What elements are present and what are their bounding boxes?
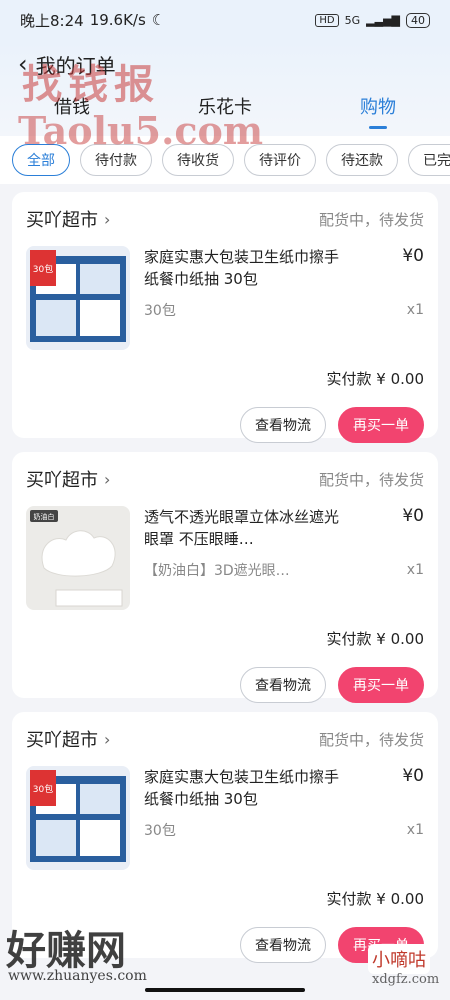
tab-lehua-card[interactable]: 乐花卡 [198,93,252,123]
product-badge: 奶油白 [34,512,55,521]
order-item[interactable]: 奶油白 透气不透光眼罩立体冰丝遮光眼罩 不压眼睡… 【奶油白】3D遮光眼… ¥0… [26,506,424,610]
battery-icon: 40 [406,12,430,28]
filter-chips: 全部 待付款 待收货 待评价 待还款 已完 [0,136,450,184]
order-status: 配货中，待发货 [318,210,424,229]
product-spec: 30包 [144,303,176,319]
order-item[interactable]: 30包 家庭实惠大包装卫生纸巾擦手纸餐巾纸抽 30包 30包 ¥0 x1 [26,246,424,350]
filter-completed[interactable]: 已完 [408,144,450,176]
product-price: ¥0 [402,246,424,266]
moon-icon: ☾ [151,11,166,29]
product-spec: 30包 [144,823,176,839]
home-indicator [145,988,305,992]
chevron-right-icon: › [104,209,111,229]
signal-icon: ▂▃▅▇ [366,13,400,27]
product-title: 家庭实惠大包装卫生纸巾擦手纸餐巾纸抽 30包 [144,248,340,288]
hd-badge: HD [315,13,339,27]
tab-borrow[interactable]: 借钱 [54,93,90,123]
tab-shopping[interactable]: 购物 [360,93,396,123]
status-speed: 19.6K/s [89,11,146,29]
product-qty: x1 [406,562,424,578]
product-title: 家庭实惠大包装卫生纸巾擦手纸餐巾纸抽 30包 [144,768,340,808]
paid-amount: 实付款 ¥ 0.00 [326,630,424,648]
filter-pending-payment[interactable]: 待付款 [80,144,152,176]
rebuy-button[interactable]: 再买一单 [338,667,424,703]
order-status: 配货中，待发货 [318,470,424,489]
store-link[interactable]: 买吖超市 › [26,466,110,492]
back-arrow-icon[interactable]: ‹ [18,50,28,78]
rebuy-button[interactable]: 再买一单 [338,927,424,963]
product-badge: 30包 [33,783,53,795]
store-link[interactable]: 买吖超市 › [26,726,110,752]
order-status: 配货中，待发货 [318,730,424,749]
filter-pending-review[interactable]: 待评价 [244,144,316,176]
status-bar: 晚上8:24 19.6K/s ☾ HD 5G ▂▃▅▇ 40 [0,0,450,40]
order-item[interactable]: 30包 家庭实惠大包装卫生纸巾擦手纸餐巾纸抽 30包 30包 ¥0 x1 [26,766,424,870]
order-list: 买吖超市 › 配货中，待发货 30包 家庭实惠大包装卫生纸巾擦手纸餐巾纸抽 30… [0,184,450,980]
store-name: 买吖超市 [26,470,98,491]
header: ‹ 我的订单 借钱 乐花卡 购物 [0,40,450,136]
top-tabs: 借钱 乐花卡 购物 [0,88,450,128]
product-image-tissue[interactable]: 30包 [26,246,130,350]
store-name: 买吖超市 [26,730,98,751]
order-card: 买吖超市 › 配货中，待发货 30包 家庭实惠大包装卫生纸巾擦手纸餐巾纸抽 30… [12,712,438,963]
filter-pending-receipt[interactable]: 待收货 [162,144,234,176]
paid-amount: 实付款 ¥ 0.00 [326,370,424,388]
product-image-eye-mask[interactable]: 奶油白 [26,506,130,610]
product-spec: 【奶油白】3D遮光眼… [144,563,290,579]
product-badge: 30包 [33,263,53,275]
product-image-tissue[interactable]: 30包 [26,766,130,870]
chevron-right-icon: › [104,469,111,489]
filter-all[interactable]: 全部 [12,144,70,176]
store-name: 买吖超市 [26,210,98,231]
product-qty: x1 [406,822,424,838]
view-logistics-button[interactable]: 查看物流 [240,667,326,703]
status-time: 晚上8:24 [20,11,84,30]
order-card: 买吖超市 › 配货中，待发货 30包 家庭实惠大包装卫生纸巾擦手纸餐巾纸抽 30… [12,192,438,443]
view-logistics-button[interactable]: 查看物流 [240,927,326,963]
product-title: 透气不透光眼罩立体冰丝遮光眼罩 不压眼睡… [144,508,340,548]
order-card: 买吖超市 › 配货中，待发货 奶油白 透气不透光眼罩立体冰丝遮光眼罩 不压眼睡…… [12,452,438,703]
view-logistics-button[interactable]: 查看物流 [240,407,326,443]
network-label: 5G [344,13,361,27]
chevron-right-icon: › [104,729,111,749]
store-link[interactable]: 买吖超市 › [26,206,110,232]
filter-pending-repayment[interactable]: 待还款 [326,144,398,176]
rebuy-button[interactable]: 再买一单 [338,407,424,443]
product-price: ¥0 [402,506,424,526]
paid-amount: 实付款 ¥ 0.00 [326,890,424,908]
product-price: ¥0 [402,766,424,786]
product-qty: x1 [406,302,424,318]
page-title: 我的订单 [35,53,116,78]
